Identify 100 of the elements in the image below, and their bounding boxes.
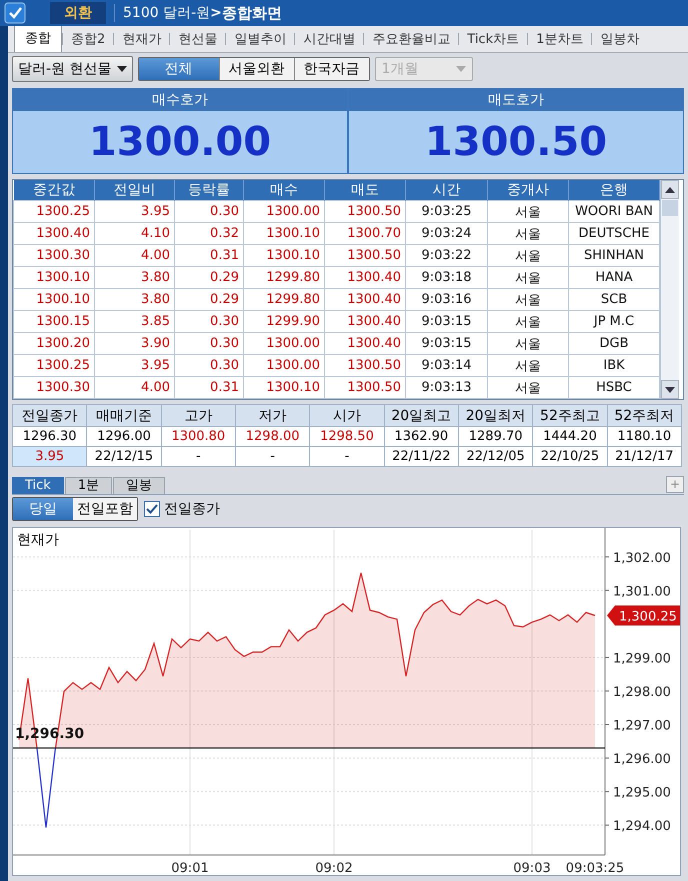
table-cell: 0.29 xyxy=(174,266,244,288)
table-cell: 1300.00 xyxy=(244,354,324,376)
table-cell: 9:03:16 xyxy=(406,288,488,310)
table-cell: 서울 xyxy=(488,310,568,332)
table-cell: 서울 xyxy=(488,354,568,376)
caret-icon xyxy=(456,66,466,72)
screen-tab[interactable]: 주요환율비교 xyxy=(364,27,458,52)
axis-label: 1,299.00 xyxy=(613,651,671,666)
table-cell: 1300.25 xyxy=(14,354,94,376)
column-header: 20일최고 xyxy=(384,404,458,426)
axis-label: 09:02 xyxy=(315,861,353,875)
table-cell: 서울 xyxy=(488,266,568,288)
table-cell: 3.95 xyxy=(94,354,174,376)
table-cell: 1180.10 xyxy=(607,426,682,446)
table-cell: 1444.20 xyxy=(532,426,608,446)
table-cell: 1300.80 xyxy=(161,426,236,446)
axis-label: 1,302.00 xyxy=(613,550,671,566)
product-dropdown[interactable]: 달러-원 현선물 xyxy=(12,56,133,82)
table-cell: 1300.25 xyxy=(14,200,94,222)
caret-icon xyxy=(116,66,127,72)
axis-label: 1,297.00 xyxy=(613,718,671,734)
table-cell: 0.30 xyxy=(174,354,244,376)
table-cell: - xyxy=(310,446,384,466)
column-header: 매수 xyxy=(244,180,324,200)
column-header: 전일비 xyxy=(94,180,174,200)
breadcrumb-separator: > xyxy=(210,5,222,21)
chart-tab[interactable]: 1분 xyxy=(64,477,112,494)
table-cell: 1300.10 xyxy=(244,222,324,244)
table-cell: 22/11/22 xyxy=(384,446,458,466)
screen-tab[interactable]: 현선물 xyxy=(170,27,226,52)
table-cell: 1300.40 xyxy=(14,222,94,244)
table-cell: 1298.50 xyxy=(310,426,384,446)
column-header: 중개사 xyxy=(488,180,568,200)
table-cell: 9:03:18 xyxy=(406,266,488,288)
market-toggle[interactable]: 한국자금 xyxy=(294,58,369,80)
column-header: 매매기준 xyxy=(86,404,162,426)
screen-tab[interactable]: 일봉차 xyxy=(592,27,648,52)
screen-tab[interactable]: 종합 xyxy=(14,26,62,52)
axis-label: 09:03:25 xyxy=(566,861,624,875)
chart-tab[interactable]: Tick xyxy=(12,477,64,494)
screen-title: 종합화면 xyxy=(222,4,282,22)
app-logo-icon[interactable] xyxy=(4,2,26,24)
table-cell: 9:03:14 xyxy=(406,354,488,376)
table-cell: WOORI BAN xyxy=(568,200,660,222)
table-cell: 0.30 xyxy=(174,200,244,222)
market-toggle[interactable]: 전체 xyxy=(138,58,219,80)
axis-label: 09:01 xyxy=(171,861,209,875)
table-cell: 1299.80 xyxy=(244,288,324,310)
screen-tab[interactable]: 현재가 xyxy=(114,27,170,52)
last-price-tag: 1,300.25 xyxy=(607,606,680,626)
checkbox[interactable] xyxy=(144,501,160,517)
table-cell: 1300.15 xyxy=(14,310,94,332)
column-header: 시가 xyxy=(310,404,384,426)
axis-label: 1,301.00 xyxy=(613,584,671,600)
screen-tab[interactable]: 1분차트 xyxy=(528,27,592,52)
table-cell: HANA xyxy=(568,266,660,288)
table-cell: 3.85 xyxy=(94,310,174,332)
table-cell: 3.80 xyxy=(94,266,174,288)
table-cell: 1299.80 xyxy=(244,266,324,288)
table-cell: 4.00 xyxy=(94,376,174,398)
screen-tab[interactable]: Tick차트 xyxy=(459,27,528,52)
column-header: 20일최저 xyxy=(458,404,533,426)
screen-tab[interactable]: 시간대별 xyxy=(295,27,364,52)
axis-label: 1,296.00 xyxy=(613,752,671,768)
screen-tab[interactable]: 일별추이 xyxy=(226,27,294,52)
table-cell: 0.30 xyxy=(174,332,244,354)
column-header: 고가 xyxy=(161,404,236,426)
table-cell: 1300.40 xyxy=(324,266,406,288)
scroll-thumb[interactable] xyxy=(662,200,678,216)
scroll-up-button[interactable] xyxy=(661,180,679,199)
market-toggle[interactable]: 서울외환 xyxy=(218,58,294,80)
table-cell: 서울 xyxy=(488,200,568,222)
table-cell: 1300.50 xyxy=(324,200,406,222)
table-cell: 22/10/25 xyxy=(532,446,608,466)
table-cell: 1300.50 xyxy=(324,354,406,376)
table-cell: 3.95 xyxy=(12,446,87,466)
screen-tab[interactable]: 종합2 xyxy=(63,27,114,52)
table-cell: 1300.50 xyxy=(324,244,406,266)
table-cell: 1299.90 xyxy=(244,310,324,332)
table-cell: 1296.00 xyxy=(86,426,162,446)
table-cell: 1300.40 xyxy=(324,310,406,332)
table-cell: SHINHAN xyxy=(568,244,660,266)
range-toggle[interactable]: 전일포함 xyxy=(73,498,137,520)
menu-label[interactable]: 외환 xyxy=(50,2,106,24)
table-cell: - xyxy=(235,446,310,466)
table-cell: 서울 xyxy=(488,332,568,354)
table-cell: 1300.10 xyxy=(14,288,94,310)
table-cell: 서울 xyxy=(488,288,568,310)
chart-tab[interactable]: 일봉 xyxy=(113,477,166,494)
table-cell: 4.10 xyxy=(94,222,174,244)
column-header: 매도 xyxy=(324,180,406,200)
range-toggle[interactable]: 당일 xyxy=(13,498,73,520)
table-cell: 0.30 xyxy=(174,310,244,332)
column-header: 52주최저 xyxy=(607,404,682,426)
column-header: 은행 xyxy=(568,180,660,200)
scroll-down-button[interactable] xyxy=(661,380,679,399)
column-header: 52주최고 xyxy=(532,404,608,426)
table-cell: 1298.00 xyxy=(235,426,310,446)
axis-label: 1,295.00 xyxy=(613,786,671,801)
table-cell: 9:03:24 xyxy=(406,222,488,244)
